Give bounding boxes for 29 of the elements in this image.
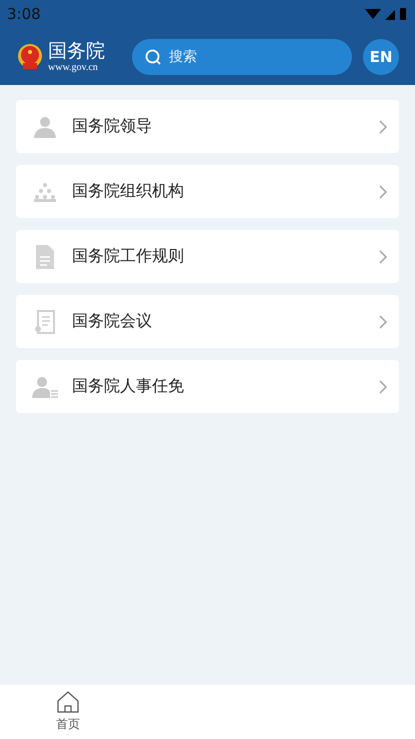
site-title: 国务院 [48,40,106,62]
search-icon [145,48,161,64]
menu-label: 国务院人事任免 [72,376,185,397]
site-url: www.gov.cn [48,62,99,73]
menu-item[interactable]: 国务院工作规则 [16,230,399,283]
status-time: 3:08 [7,5,41,23]
menu-item[interactable]: 国务院会议 [16,295,399,348]
menu-item[interactable]: 国务院领导 [16,100,399,153]
group-icon [32,182,58,202]
chevron-right-icon [379,250,387,264]
chevron-right-icon [379,380,387,394]
menu-label: 国务院会议 [72,311,153,332]
status-icons [365,7,407,21]
person-icon [32,116,58,138]
language-button[interactable]: EN [363,38,399,74]
menu-item[interactable]: 国务院组织机构 [16,165,399,218]
chevron-right-icon [379,120,387,134]
menu-label: 国务院组织机构 [72,181,185,202]
search-field[interactable]: 搜索 [132,38,352,74]
chevron-right-icon [379,314,387,328]
person-list-icon [32,376,58,398]
menu-item[interactable]: 国务院人事任免 [16,360,399,413]
menu-label: 国务院领导 [72,116,153,137]
home-icon [56,691,80,713]
emblem-icon [16,42,44,70]
scroll-icon [32,310,58,334]
menu-label: 国务院工作规则 [72,246,185,267]
nav-tab[interactable]: 首页 [40,685,96,739]
chevron-right-icon [379,184,387,198]
